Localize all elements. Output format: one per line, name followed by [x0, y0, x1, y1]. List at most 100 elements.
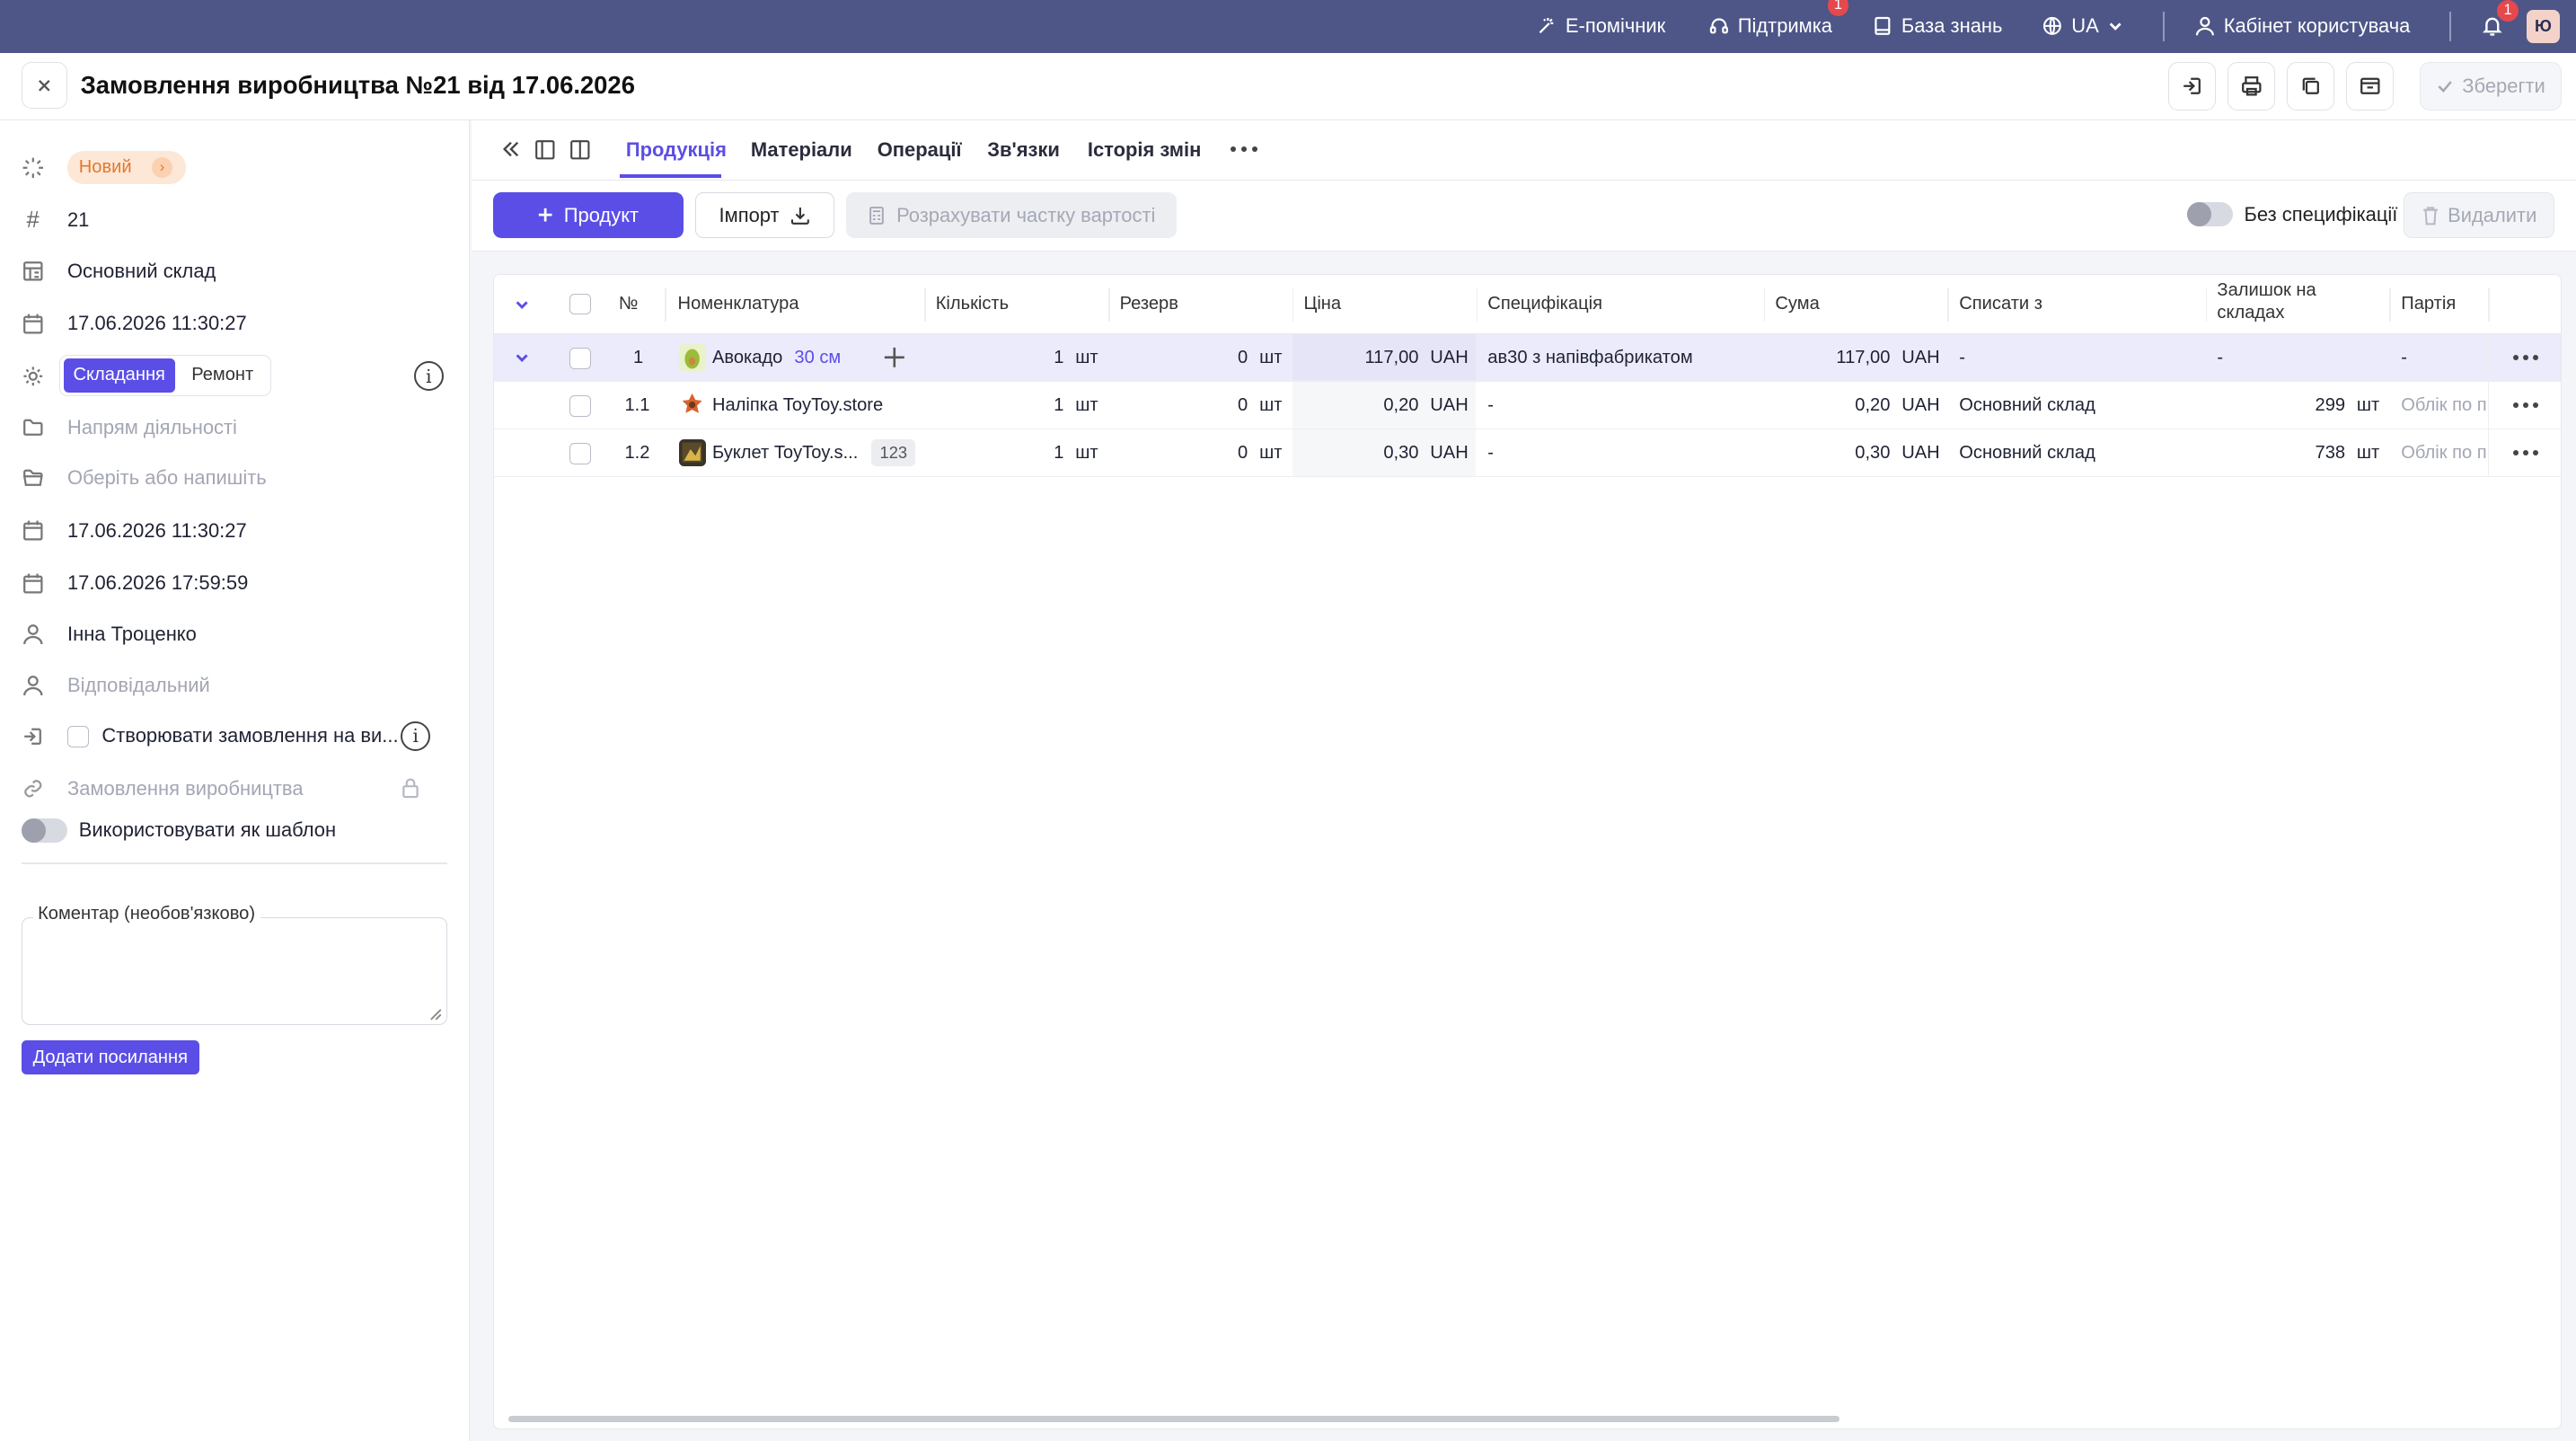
column-separator: [1947, 288, 1950, 322]
knowledge-base-link[interactable]: База знань: [1872, 14, 2002, 38]
gear-icon: [20, 363, 46, 389]
comment-label: Коментар (необов'язково): [32, 903, 260, 924]
product-variant[interactable]: 30 см: [794, 348, 841, 368]
product-name[interactable]: Авокадо: [712, 348, 782, 368]
print-button[interactable]: [2228, 62, 2276, 111]
calculate-cost-button[interactable]: Розрахувати частку вартості: [845, 191, 1177, 239]
batch-value[interactable]: -: [2401, 348, 2407, 368]
direction-row[interactable]: Напрям діяльності: [0, 408, 470, 447]
info-icon[interactable]: i: [413, 361, 444, 392]
header-quantity[interactable]: Кількість: [936, 294, 1009, 314]
author-row[interactable]: Інна Троценко: [0, 614, 470, 654]
comment-textarea[interactable]: [21, 916, 447, 1026]
row-checkbox[interactable]: [569, 347, 591, 369]
spec-value[interactable]: ав30 з напівфабрикатом: [1487, 348, 1692, 368]
price-value[interactable]: 0,30: [1299, 443, 1418, 464]
quantity-value[interactable]: 1: [986, 395, 1063, 416]
notifications-button[interactable]: 1: [2481, 0, 2519, 38]
header-reserve[interactable]: Резерв: [1120, 294, 1178, 314]
tab-operations[interactable]: Операції: [878, 138, 962, 162]
save-button[interactable]: Зберегти: [2420, 62, 2562, 111]
chevron-down-icon[interactable]: [514, 296, 530, 313]
no-spec-toggle[interactable]: [2186, 201, 2233, 227]
tab-links[interactable]: Зв'язки: [987, 138, 1060, 162]
warehouse-row[interactable]: Основний склад: [0, 252, 470, 291]
collapse-sidebar-icon[interactable]: [501, 139, 521, 159]
table-row[interactable]: 1.1 Наліпка ToyToy.store 1 шт 0 шт 0,20 …: [493, 382, 2561, 430]
status-badge[interactable]: Новий ›: [66, 151, 186, 184]
header-price[interactable]: Ціна: [1303, 294, 1341, 314]
spec-value: -: [1487, 394, 1494, 415]
header-spec[interactable]: Специфікація: [1487, 294, 1602, 314]
end-date-row[interactable]: 17.06.2026 17:59:59: [0, 563, 470, 603]
type-assembly-option[interactable]: Складання: [63, 358, 175, 393]
status-row: Новий ›: [0, 148, 470, 188]
batch-value[interactable]: Облік по п: [2401, 443, 2486, 464]
template-toggle[interactable]: [21, 818, 67, 844]
document-number: 21: [66, 208, 90, 232]
column-separator: [1763, 288, 1766, 322]
assistant-link[interactable]: Е-помічник: [1536, 14, 1665, 38]
sum-value: 117,00: [1836, 347, 1891, 367]
quantity-unit: шт: [1075, 347, 1098, 367]
row-checkbox[interactable]: [569, 442, 591, 464]
page-title: Замовлення виробництва №21 від 17.06.202…: [80, 70, 635, 99]
close-button[interactable]: [21, 62, 67, 109]
header-batch[interactable]: Партія: [2401, 294, 2456, 314]
header-nomenclature[interactable]: Номенклатура: [678, 294, 799, 314]
price-value[interactable]: 0,20: [1299, 395, 1418, 416]
header-stock[interactable]: Залишок на складах: [2217, 280, 2316, 323]
header-writeoff[interactable]: Списати з: [1959, 294, 2042, 314]
create-orders-checkbox[interactable]: [66, 726, 89, 748]
row-number: 1: [632, 347, 644, 367]
tab-history[interactable]: Історія змін: [1088, 138, 1201, 162]
project-row[interactable]: Оберіть або напишіть: [0, 458, 470, 498]
download-icon: [790, 207, 809, 225]
chevron-down-icon[interactable]: [514, 349, 530, 366]
more-tabs-icon[interactable]: [1230, 146, 1258, 153]
header-sum[interactable]: Сума: [1775, 294, 1819, 314]
reserve-unit: шт: [1259, 347, 1283, 367]
start-date-row[interactable]: 17.06.2026 11:30:27: [0, 511, 470, 551]
import-document-button[interactable]: [2168, 62, 2217, 111]
archive-button[interactable]: [2345, 62, 2394, 111]
quantity-value[interactable]: 1: [986, 443, 1063, 464]
panel-left-icon[interactable]: [534, 138, 557, 162]
support-link[interactable]: Підтримка 1: [1708, 0, 1849, 38]
price-value[interactable]: 117,00: [1299, 348, 1418, 368]
row-actions-button[interactable]: [2488, 429, 2561, 476]
table-row[interactable]: 1 Авокадо 30 см 1 шт 0 шт 117,00 UAH ав3…: [493, 334, 2561, 383]
table-row[interactable]: 1.2 Буклет ToyToy.s... 123 1 шт 0 шт 0,3…: [493, 429, 2561, 478]
writeoff-value[interactable]: Основний склад: [1959, 395, 2095, 416]
row-actions-button[interactable]: [2488, 382, 2561, 429]
delete-button[interactable]: Видалити: [2403, 191, 2555, 239]
language-selector[interactable]: UA: [2042, 14, 2123, 38]
type-repair-option[interactable]: Ремонт: [179, 358, 267, 393]
close-icon: [39, 79, 50, 92]
import-button[interactable]: Імпорт: [694, 191, 835, 239]
product-name[interactable]: Буклет ToyToy.s...: [712, 443, 858, 464]
tab-products[interactable]: Продукція: [626, 138, 727, 162]
add-link-button[interactable]: Додати посилання: [21, 1039, 199, 1075]
horizontal-scrollbar[interactable]: [508, 1415, 1839, 1423]
select-all-checkbox[interactable]: [569, 293, 591, 315]
batch-value[interactable]: Облік по п: [2401, 395, 2486, 416]
writeoff-value[interactable]: Основний склад: [1959, 443, 2095, 464]
panel-split-icon[interactable]: [569, 138, 592, 162]
reserve-value: 0: [1238, 347, 1248, 367]
account-link[interactable]: Кабінет користувача: [2194, 14, 2410, 38]
copy-button[interactable]: [2287, 62, 2335, 111]
info-icon[interactable]: i: [401, 720, 431, 751]
plus-icon[interactable]: [883, 346, 906, 369]
add-product-button[interactable]: Продукт: [492, 191, 684, 239]
quantity-value[interactable]: 1: [986, 348, 1063, 368]
tab-materials[interactable]: Матеріали: [751, 138, 852, 162]
avatar[interactable]: Ю: [2527, 9, 2560, 43]
number-row[interactable]: # 21: [0, 200, 470, 240]
writeoff-value[interactable]: -: [1959, 348, 1965, 368]
product-name[interactable]: Наліпка ToyToy.store: [712, 395, 883, 416]
date-row[interactable]: 17.06.2026 11:30:27: [0, 304, 470, 343]
row-checkbox[interactable]: [569, 394, 591, 417]
responsible-row[interactable]: Відповідальний: [0, 666, 470, 705]
row-actions-button[interactable]: [2488, 334, 2561, 381]
